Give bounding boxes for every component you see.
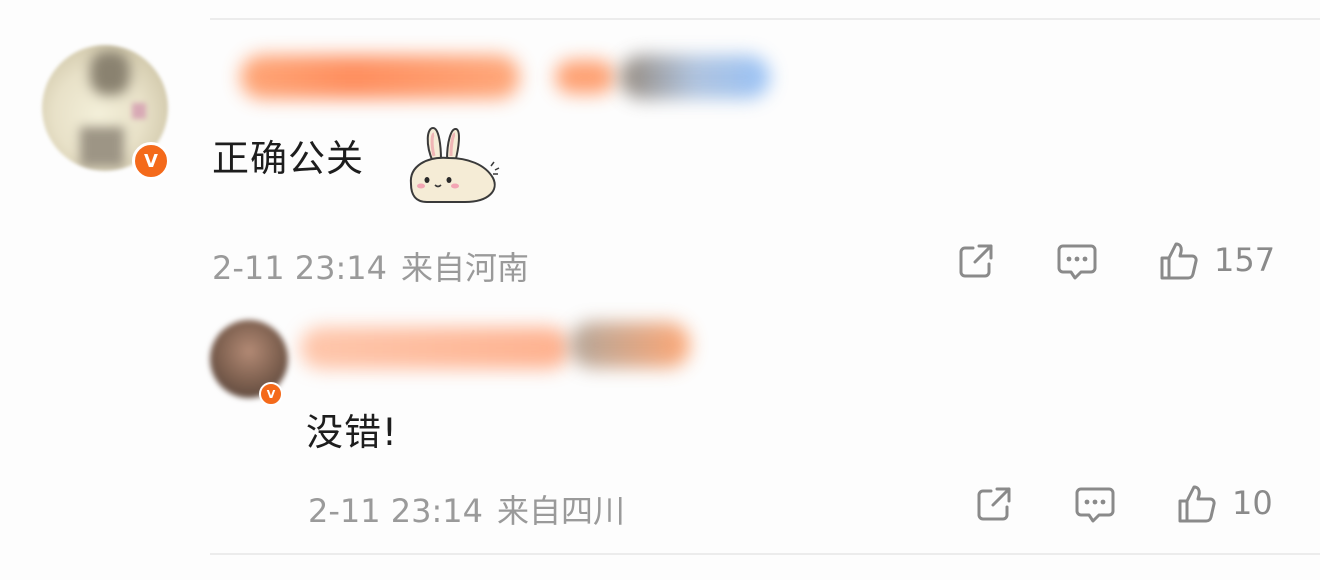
reply-text: 没错! [306,411,398,454]
username-blurred[interactable] [240,55,520,99]
reply-button[interactable] [1055,240,1099,284]
reply-location: 来自四川 [497,492,626,530]
top-divider [210,18,1320,20]
like-button[interactable]: 157 [1158,238,1275,282]
share-button[interactable] [955,240,997,282]
reply-comment-button[interactable] [1073,483,1117,527]
share-icon [977,487,1011,521]
reply-meta: 2-11 23:14 来自四川 [308,486,625,532]
comment-text: 正确公关 [212,137,364,180]
username-blurred-part [555,60,615,94]
reply-time: 2-11 23:14 [308,492,484,530]
bottom-divider [210,553,1320,555]
thumbs-up-icon [1160,242,1198,280]
reply-like-button[interactable]: 10 [1176,481,1273,525]
comment-time: 2-11 23:14 [212,249,388,287]
comment-meta: 2-11 23:14 来自河南 [212,243,529,289]
share-icon [959,244,993,278]
user-badge-blurred [620,55,770,99]
comment-icon [1075,487,1115,523]
reply-share-button[interactable] [973,483,1015,525]
bunny-sticker-icon [409,126,500,203]
verified-badge-icon: V [132,142,170,180]
reply-like-count: 10 [1232,484,1273,522]
reply-username-blurred[interactable] [300,327,570,369]
verified-badge-icon: V [259,382,283,406]
reply-user-badge-blurred [570,322,690,368]
like-count: 157 [1214,241,1276,279]
comment-icon [1057,244,1097,280]
comment-location: 来自河南 [401,249,530,287]
thumbs-up-icon [1178,485,1216,523]
